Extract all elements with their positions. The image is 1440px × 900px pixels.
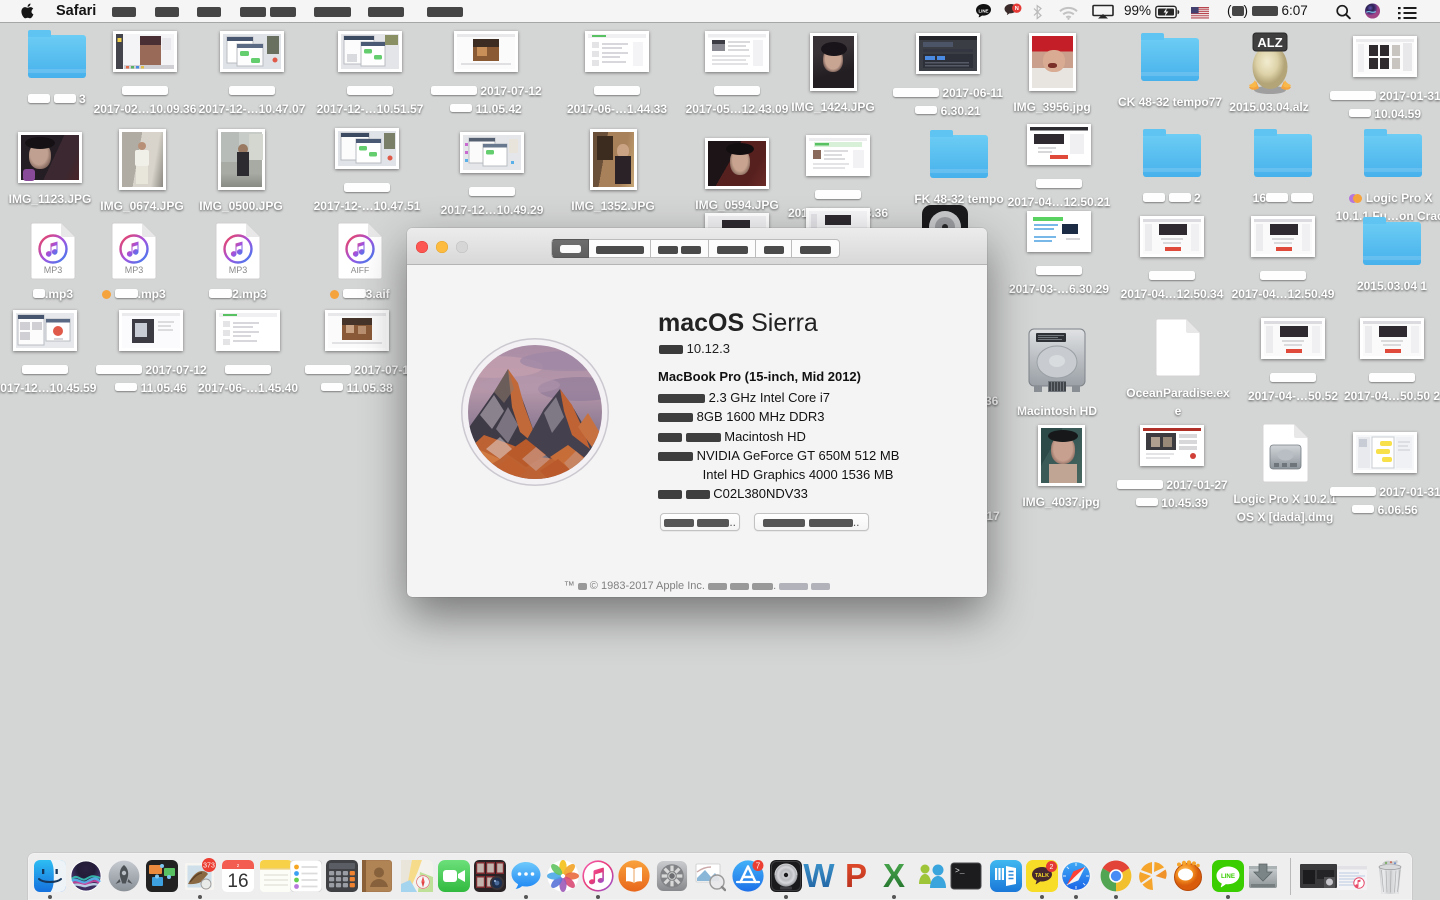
svg-text:W: W [803,860,835,892]
svg-text:MP3: MP3 [125,265,144,275]
svg-text:X: X [883,860,905,892]
svg-text:7: 7 [756,861,761,870]
svg-text:373: 373 [203,863,215,870]
svg-text:TALK: TALK [1035,873,1049,879]
svg-text:LINE: LINE [978,9,988,14]
svg-text:AIFF: AIFF [351,265,369,275]
svg-text:2: 2 [1050,864,1054,871]
svg-text:MP3: MP3 [229,265,248,275]
svg-text:MP3: MP3 [44,265,63,275]
svg-text:P: P [845,860,867,892]
svg-text:N: N [1015,6,1019,12]
svg-text:16: 16 [227,871,248,892]
svg-text:LINE: LINE [1221,873,1235,880]
svg-text:ALZ: ALZ [1257,35,1282,50]
svg-text:>_: >_ [955,867,965,876]
